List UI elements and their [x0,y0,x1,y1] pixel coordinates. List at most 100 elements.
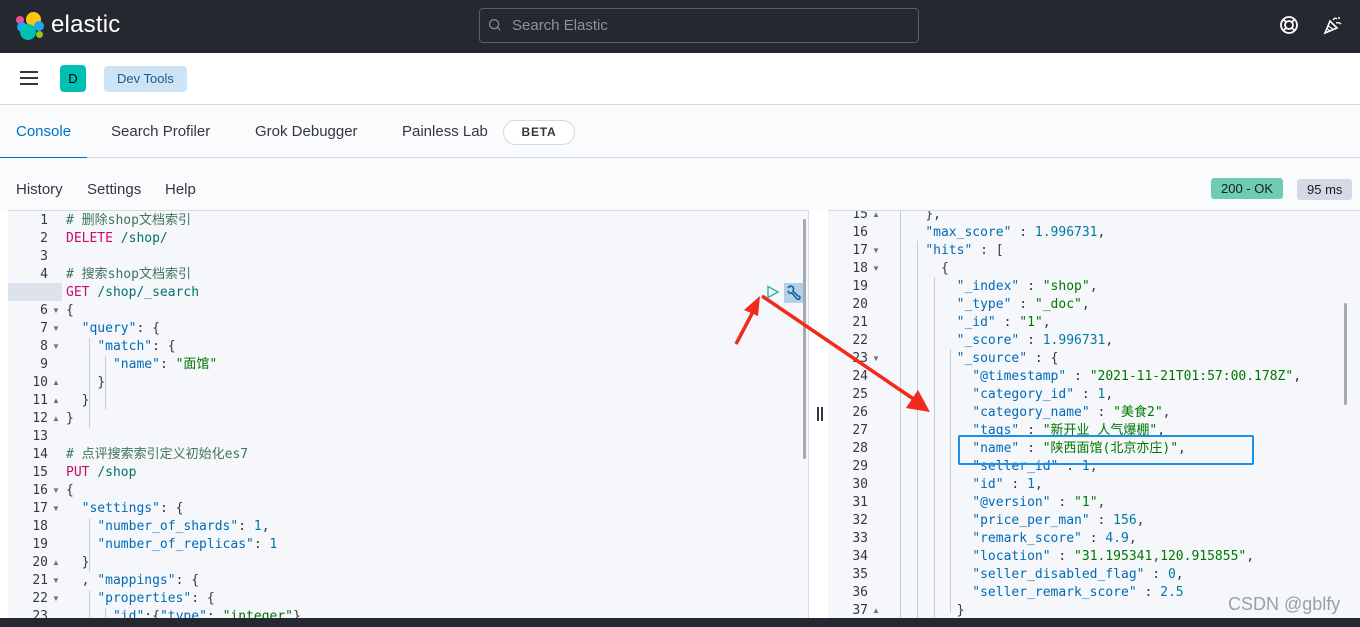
code-line: "remark_score" : 4.9, [972,531,1137,546]
fold-expand-icon[interactable]: ▲ [52,374,60,392]
line-number: 20 [852,297,868,312]
code-line: } [956,603,965,618]
line-number: 25 [852,387,868,402]
line-number: 20 [32,555,48,570]
line-number: 15 [852,210,868,222]
line-number: 21 [852,315,868,330]
help-lifebuoy-icon[interactable] [1278,14,1300,36]
fold-collapse-icon[interactable]: ▼ [52,590,60,608]
code-line[interactable]: "id":{"type": "integer"}, [66,608,309,618]
settings-link[interactable]: Settings [87,181,141,198]
code-line[interactable]: , "mappings": { [66,572,199,590]
global-search[interactable] [479,8,919,43]
indent-guide [89,338,90,428]
menu-hamburger-icon[interactable] [20,71,38,87]
line-number: 22 [852,333,868,348]
code-line: "seller_remark_score" : 2.5 [972,585,1184,600]
newsfeed-party-icon[interactable] [1322,14,1344,36]
breadcrumb-bar: D Dev Tools [0,53,1360,105]
code-line[interactable]: # 搜索shop文档索引 [66,266,191,284]
line-number: 8 [40,339,48,354]
status-badge: 200 - OK [1211,178,1284,199]
line-number: 9 [40,357,48,372]
indent-guide [105,356,106,410]
output-scrollbar[interactable] [1344,303,1347,405]
code-line[interactable]: } [66,554,90,572]
line-number: 6 [40,303,48,318]
response-output[interactable]: 15 ▲ 16 17 ▼ 18 ▼ 19 20 21 22 23 ▼ 24 25 26 27 28 29 30 31 32… [828,210,1360,618]
fold-collapse-icon[interactable]: ▼ [52,482,60,500]
beta-badge: BETA [503,120,575,145]
line-number: 18 [32,519,48,534]
tab-console[interactable]: Console [0,105,88,159]
indent-guide [917,241,918,618]
code-line[interactable]: { [66,302,74,320]
tab-grok-debugger[interactable]: Grok Debugger [255,105,358,158]
search-input[interactable] [512,9,912,42]
code-line[interactable]: "number_of_shards": 1, [66,518,269,536]
tab-painless-lab[interactable]: Painless Lab [402,105,488,158]
code-line[interactable]: PUT /shop [66,464,136,482]
request-editor[interactable]: 123456▼7▼8▼910▲11▲12▲13141516▼17▼181920▲… [8,210,808,618]
code-line[interactable]: # 点评搜索索引定义初始化es7 [66,446,248,464]
line-number: 30 [852,477,868,492]
elastic-logo-icon[interactable] [16,12,44,40]
fold-expand-icon[interactable]: ▲ [872,602,880,618]
breadcrumb-dev-tools[interactable]: Dev Tools [104,66,187,92]
fold-collapse-icon[interactable]: ▼ [872,242,880,260]
resize-handle-icon[interactable] [817,407,823,421]
code-line: "seller_disabled_flag" : 0, [972,567,1184,582]
code-line[interactable]: } [66,374,105,392]
request-time-badge: 95 ms [1297,179,1353,200]
fold-expand-icon[interactable]: ▲ [872,211,880,224]
line-number: 13 [32,429,48,444]
code-line[interactable]: "number_of_replicas": 1 [66,536,277,554]
line-number: 3 [40,249,48,264]
play-icon[interactable] [766,285,780,299]
code-line[interactable]: "query": { [66,320,160,338]
code-line: "price_per_man" : 156, [972,513,1145,528]
editor-gutter: 123456▼7▼8▼910▲11▲12▲13141516▼17▼181920▲… [8,211,62,618]
fold-collapse-icon[interactable]: ▼ [872,260,880,278]
fold-collapse-icon[interactable]: ▼ [52,572,60,590]
line-number: 24 [852,369,868,384]
fold-expand-icon[interactable]: ▲ [52,410,60,428]
line-number: 18 [852,261,868,276]
line-number: 27 [852,423,868,438]
line-number: 36 [852,585,868,600]
code-line[interactable]: { [66,482,74,500]
fold-collapse-icon[interactable]: ▼ [52,500,60,518]
code-line[interactable]: "match": { [66,338,175,356]
line-number: 17 [32,501,48,516]
fold-expand-icon[interactable]: ▲ [52,392,60,410]
fold-collapse-icon[interactable]: ▼ [52,338,60,356]
line-number: 12 [32,411,48,426]
line-number: 11 [32,393,48,408]
help-link[interactable]: Help [165,181,196,198]
code-line: "location" : "31.195341,120.915855", [972,549,1255,564]
code-line[interactable]: DELETE /shop/ [66,230,168,248]
line-number: 16 [852,225,868,240]
code-line[interactable]: # 删除shop文档索引 [66,212,191,230]
space-avatar[interactable]: D [60,65,86,92]
fold-collapse-icon[interactable]: ▼ [52,302,60,320]
code-line: "hits" : [ [925,243,1004,258]
wrench-icon[interactable] [784,283,804,303]
code-line: "max_score" : 1.996731, [925,225,1106,240]
brand-name[interactable]: elastic [51,11,120,39]
code-line[interactable]: } [66,392,90,410]
editor-code[interactable]: # 删除shop文档索引 DELETE /shop/ # 搜索shop文档索引 GET… [62,211,808,618]
fold-collapse-icon[interactable]: ▼ [52,320,60,338]
code-line: "@timestamp" : "2021-11-21T01:57:00.178Z… [972,369,1302,384]
history-link[interactable]: History [16,181,63,198]
console-toolbar: History Settings Help [0,158,1360,210]
code-line[interactable]: "settings": { [66,500,184,518]
code-line[interactable]: GET /shop/_search [66,284,199,302]
line-number: 29 [852,459,868,474]
editor-scrollbar[interactable] [803,219,806,459]
fold-collapse-icon[interactable]: ▼ [872,350,880,368]
watermark: CSDN @gblfy [1228,594,1341,614]
code-line[interactable]: } [66,410,74,428]
fold-expand-icon[interactable]: ▲ [52,554,60,572]
tab-search-profiler[interactable]: Search Profiler [111,105,210,158]
